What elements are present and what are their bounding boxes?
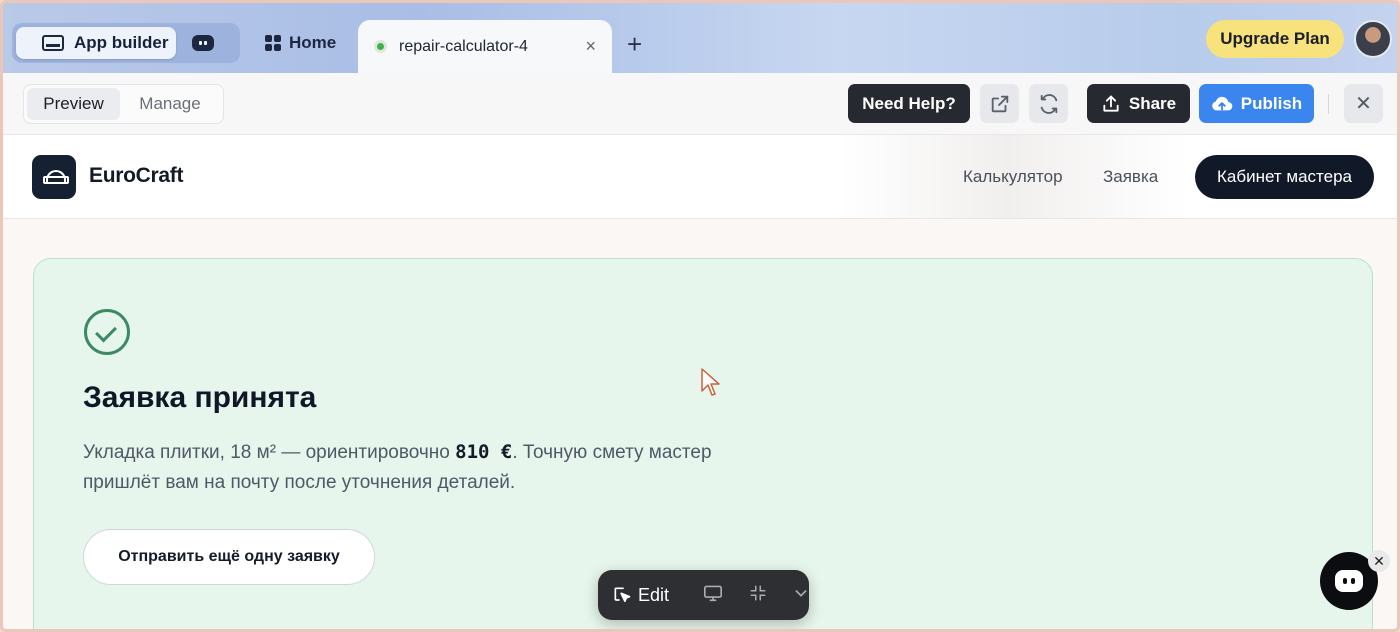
status-dot-icon — [374, 40, 387, 53]
submit-another-button[interactable]: Отправить ещё одну заявку — [83, 529, 375, 585]
mode-switch: App builder — [12, 23, 240, 63]
avatar[interactable] — [1354, 20, 1392, 58]
upgrade-plan-button[interactable]: Upgrade Plan — [1206, 20, 1344, 58]
nav-request[interactable]: Заявка — [1103, 167, 1158, 187]
view-switch: Preview Manage — [23, 84, 224, 124]
share-label: Share — [1128, 93, 1177, 113]
chat-mode-button[interactable] — [188, 31, 218, 55]
cloud-upload-icon — [1212, 96, 1233, 110]
cursor-icon — [701, 368, 720, 396]
close-tab-icon[interactable]: × — [585, 36, 596, 57]
toolbar: Preview Manage Need Help? Share Publish … — [3, 73, 1397, 135]
desktop-view-button[interactable] — [703, 584, 723, 607]
publish-button[interactable]: Publish — [1199, 84, 1314, 123]
chat-widget-close[interactable]: ✕ — [1368, 550, 1390, 572]
edit-toolbar: Edit — [598, 570, 809, 620]
check-circle-icon — [84, 309, 130, 355]
description-text: Укладка плитки, 18 м² — ориентировочно — [83, 442, 456, 463]
edit-button[interactable]: Edit — [612, 585, 669, 606]
brand-name[interactable]: EuroCraft — [89, 164, 183, 188]
monitor-icon — [42, 35, 64, 51]
tab-home-label: Home — [289, 33, 337, 52]
app-window: App builder Home repair-calculator-4 × +… — [0, 0, 1400, 632]
manage-tab[interactable]: Manage — [120, 88, 220, 120]
chevron-down-icon — [795, 589, 807, 597]
grid-icon — [265, 35, 281, 51]
card-title: Заявка принята — [83, 381, 317, 414]
bot-icon — [192, 35, 214, 51]
publish-label: Publish — [1240, 93, 1303, 113]
open-external-button[interactable] — [980, 84, 1019, 123]
app-builder-label: App builder — [74, 33, 169, 52]
need-help-button[interactable]: Need Help? — [848, 84, 970, 123]
estimated-price: 810 € — [455, 441, 513, 463]
collapse-icon — [750, 585, 766, 600]
master-cabinet-button[interactable]: Кабинет мастера — [1195, 155, 1374, 199]
tab-label: repair-calculator-4 — [399, 37, 528, 55]
helmet-icon — [43, 170, 69, 184]
refresh-button[interactable] — [1029, 84, 1068, 123]
collapse-button[interactable] — [749, 584, 767, 607]
app-header: EuroCraft Калькулятор Заявка Кабинет мас… — [3, 135, 1397, 219]
app-builder-button[interactable]: App builder — [16, 27, 176, 59]
preview-tab[interactable]: Preview — [27, 88, 120, 120]
tab-repair-calculator[interactable]: repair-calculator-4 × — [358, 20, 612, 73]
share-button[interactable]: Share — [1087, 84, 1190, 123]
tab-bar: App builder Home repair-calculator-4 × +… — [3, 3, 1397, 73]
toolbar-divider — [1328, 94, 1329, 114]
add-tab-button[interactable]: + — [627, 31, 642, 57]
nav-calculator[interactable]: Калькулятор — [963, 167, 1063, 187]
desktop-icon — [704, 585, 723, 601]
upload-icon — [1103, 95, 1119, 112]
chat-icon — [1335, 570, 1363, 592]
close-preview-button[interactable]: ✕ — [1344, 84, 1383, 123]
refresh-icon — [1040, 93, 1057, 114]
logo[interactable] — [32, 155, 76, 199]
card-description: Укладка плитки, 18 м² — ориентировочно 8… — [83, 437, 763, 498]
more-options-button[interactable] — [793, 585, 809, 606]
select-cursor-icon — [614, 587, 631, 603]
edit-label: Edit — [638, 584, 670, 605]
external-link-icon — [991, 95, 1008, 112]
tab-home[interactable]: Home — [265, 27, 336, 59]
